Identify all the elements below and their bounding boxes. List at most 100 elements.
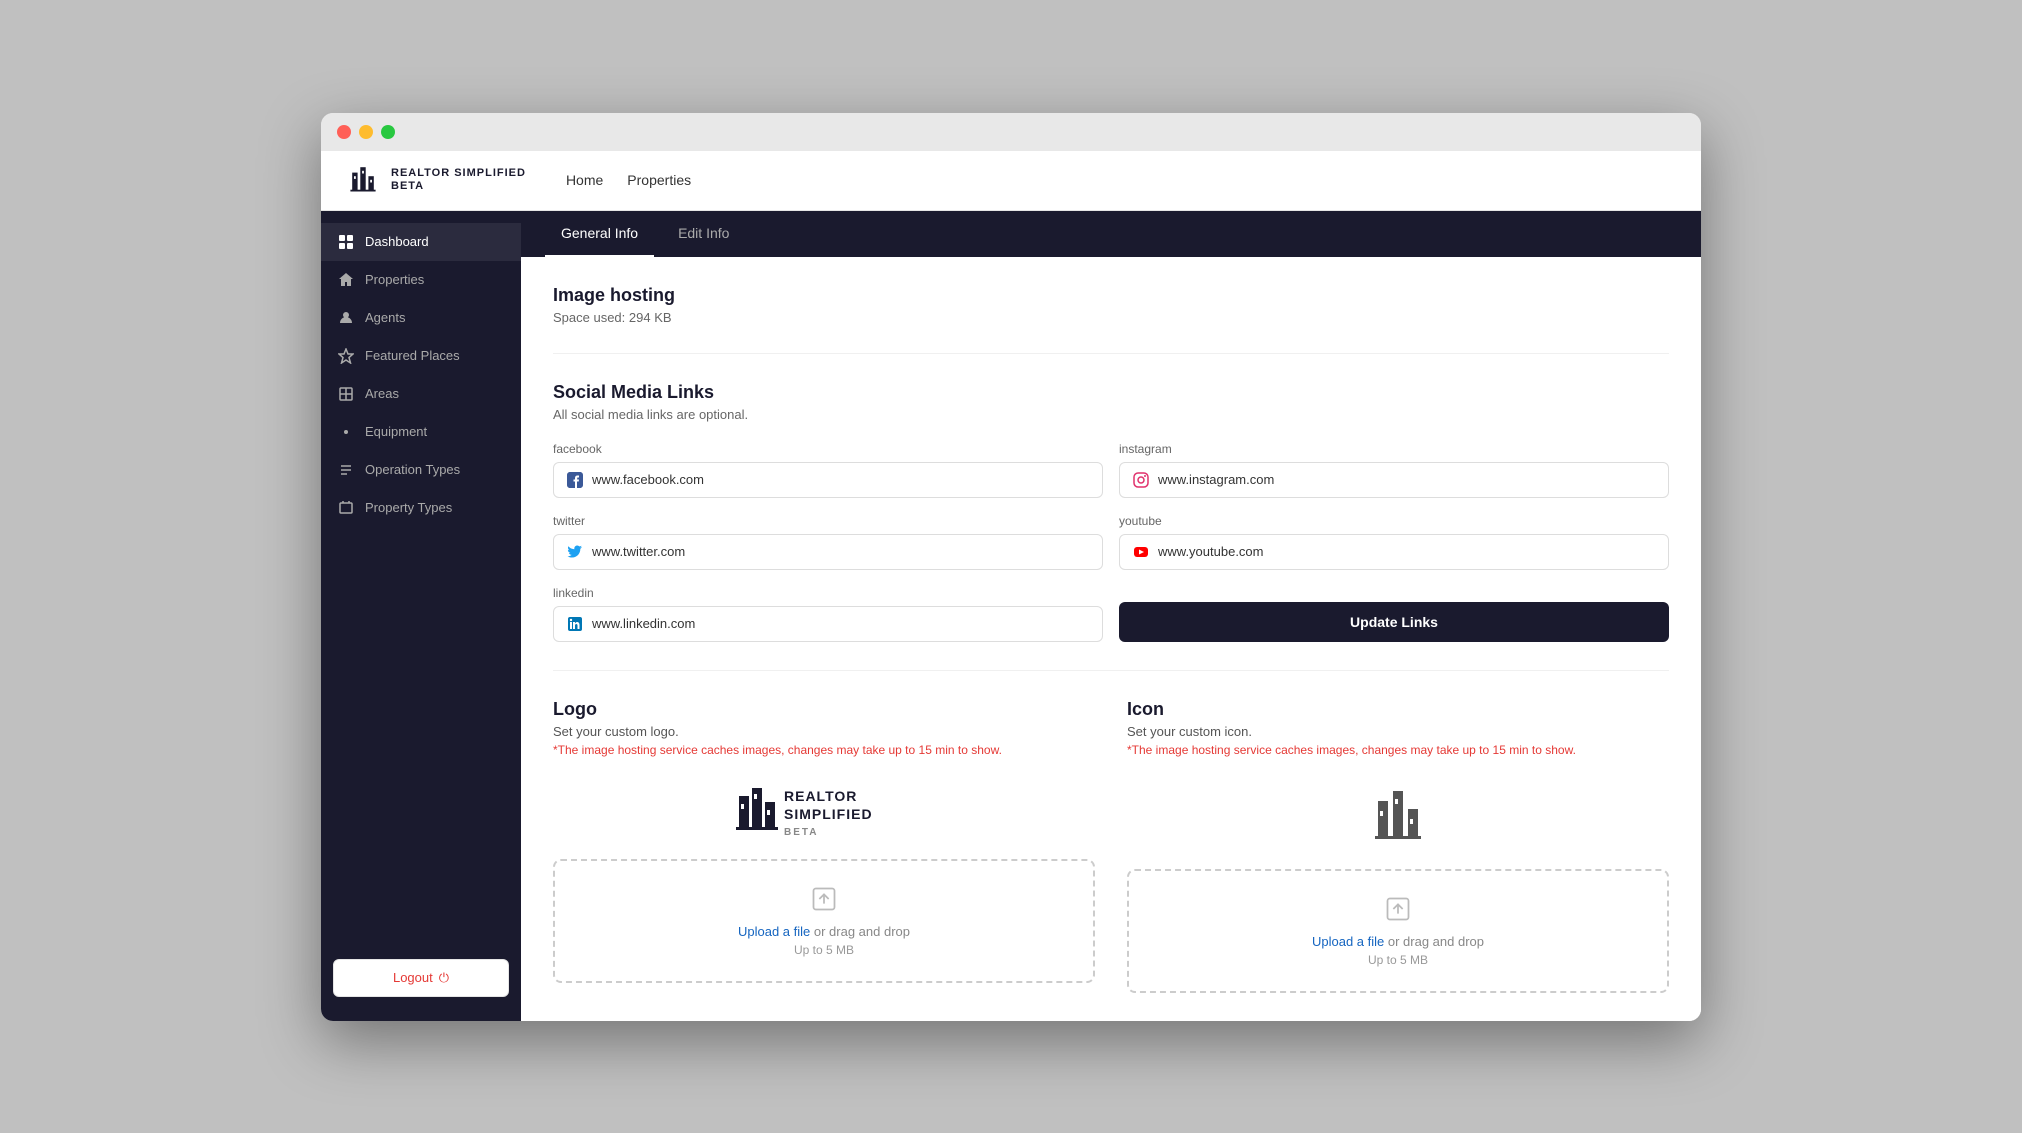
properties-icon xyxy=(337,271,355,289)
logo-upload-suffix: or drag and drop xyxy=(810,924,910,939)
twitter-label: twitter xyxy=(553,514,1103,528)
linkedin-field-group: linkedin xyxy=(553,586,1103,642)
instagram-field-group: instagram xyxy=(1119,442,1669,498)
sidebar-item-operation-types[interactable]: Operation Types xyxy=(321,451,521,489)
sidebar-item-areas[interactable]: Areas xyxy=(321,375,521,413)
logo-upload-link[interactable]: Upload a file xyxy=(738,924,810,939)
instagram-icon xyxy=(1132,471,1150,489)
sidebar-label-properties: Properties xyxy=(365,272,424,287)
icon-upload-size: Up to 5 MB xyxy=(1153,953,1643,967)
logo-subtitle: Set your custom logo. xyxy=(553,724,1095,739)
icon-subtitle: Set your custom icon. xyxy=(1127,724,1669,739)
linkedin-icon xyxy=(566,615,584,633)
sidebar-item-featured-places[interactable]: Featured Places xyxy=(321,337,521,375)
tabs-bar: General Info Edit Info xyxy=(521,211,1701,257)
top-navigation: REALTOR SIMPLIFIED BETA Home Properties xyxy=(321,151,1701,211)
image-hosting-title: Image hosting xyxy=(553,285,1669,306)
facebook-icon xyxy=(566,471,584,489)
social-media-title: Social Media Links xyxy=(553,382,1669,403)
sidebar-label-featured-places: Featured Places xyxy=(365,348,460,363)
svg-text:REALTOR: REALTOR xyxy=(784,788,857,804)
youtube-label: youtube xyxy=(1119,514,1669,528)
icon-upload-link[interactable]: Upload a file xyxy=(1312,934,1384,949)
sidebar-label-equipment: Equipment xyxy=(365,424,427,439)
sidebar-label-operation-types: Operation Types xyxy=(365,462,460,477)
upload-icon-logo xyxy=(579,885,1069,916)
tab-edit-info[interactable]: Edit Info xyxy=(662,211,745,257)
sidebar-item-equipment[interactable]: Equipment xyxy=(321,413,521,451)
sidebar-item-property-types[interactable]: Property Types xyxy=(321,489,521,527)
icon-upload-zone[interactable]: Upload a file or drag and drop Up to 5 M… xyxy=(1127,869,1669,993)
sidebar-item-dashboard[interactable]: Dashboard xyxy=(321,223,521,261)
svg-text:SIMPLIFIED: SIMPLIFIED xyxy=(784,806,873,822)
nav-properties-link[interactable]: Properties xyxy=(627,172,691,188)
youtube-field-group: youtube xyxy=(1119,514,1669,570)
linkedin-input-wrapper xyxy=(553,606,1103,642)
facebook-label: facebook xyxy=(553,442,1103,456)
app-window: REALTOR SIMPLIFIED BETA Home Properties … xyxy=(321,113,1701,1021)
section-divider-2 xyxy=(553,670,1669,671)
logo-area: REALTOR SIMPLIFIED BETA xyxy=(345,160,526,201)
nav-home-link[interactable]: Home xyxy=(566,172,603,188)
twitter-field-group: twitter xyxy=(553,514,1103,570)
logo-upload-size: Up to 5 MB xyxy=(579,943,1069,957)
logo-upload-text: Upload a file or drag and drop xyxy=(579,924,1069,939)
sidebar-item-agents[interactable]: Agents xyxy=(321,299,521,337)
dashboard-icon xyxy=(337,233,355,251)
logout-label: Logout xyxy=(393,970,433,985)
youtube-icon xyxy=(1132,543,1150,561)
logo-text: REALTOR SIMPLIFIED BETA xyxy=(391,167,526,193)
icon-preview xyxy=(1127,773,1669,853)
sidebar-label-property-types: Property Types xyxy=(365,500,452,515)
page-content: Image hosting Space used: 294 KB Social … xyxy=(521,257,1701,1021)
twitter-icon xyxy=(566,543,584,561)
areas-icon xyxy=(337,385,355,403)
agents-icon xyxy=(337,309,355,327)
facebook-field-group: facebook xyxy=(553,442,1103,498)
social-media-subtitle: All social media links are optional. xyxy=(553,407,1669,422)
topnav-links: Home Properties xyxy=(566,172,691,188)
minimize-button[interactable] xyxy=(359,125,373,139)
icon-section: Icon Set your custom icon. *The image ho… xyxy=(1127,699,1669,993)
image-hosting-space: Space used: 294 KB xyxy=(553,310,1669,325)
close-button[interactable] xyxy=(337,125,351,139)
maximize-button[interactable] xyxy=(381,125,395,139)
instagram-input[interactable] xyxy=(1158,472,1656,487)
linkedin-label: linkedin xyxy=(553,586,1103,600)
featured-places-icon xyxy=(337,347,355,365)
sidebar-label-agents: Agents xyxy=(365,310,405,325)
facebook-input[interactable] xyxy=(592,472,1090,487)
sidebar-label-dashboard: Dashboard xyxy=(365,234,429,249)
social-media-form: facebook instagram xyxy=(553,442,1669,642)
sidebar: Dashboard Properties Agents Featured Pla… xyxy=(321,211,521,1021)
titlebar xyxy=(321,113,1701,151)
logo-warning: *The image hosting service caches images… xyxy=(553,743,1095,757)
instagram-input-wrapper xyxy=(1119,462,1669,498)
logout-button[interactable]: Logout ⏻ xyxy=(333,959,509,997)
operation-types-icon xyxy=(337,461,355,479)
logout-icon: ⏻ xyxy=(439,970,449,986)
logo-preview: REALTOR SIMPLIFIED BETA xyxy=(553,773,1095,843)
property-types-icon xyxy=(337,499,355,517)
logo-upload-zone[interactable]: Upload a file or drag and drop Up to 5 M… xyxy=(553,859,1095,983)
svg-text:BETA: BETA xyxy=(784,827,818,838)
image-hosting-section: Image hosting Space used: 294 KB xyxy=(553,285,1669,325)
twitter-input[interactable] xyxy=(592,544,1090,559)
tab-general-info[interactable]: General Info xyxy=(545,211,654,257)
icon-upload-suffix: or drag and drop xyxy=(1384,934,1484,949)
youtube-input[interactable] xyxy=(1158,544,1656,559)
update-links-button[interactable]: Update Links xyxy=(1119,602,1669,642)
update-links-group: Update Links xyxy=(1119,586,1669,642)
logo-section: Logo Set your custom logo. *The image ho… xyxy=(553,699,1095,993)
linkedin-input[interactable] xyxy=(592,616,1090,631)
content-area: General Info Edit Info Image hosting Spa… xyxy=(521,211,1701,1021)
instagram-label: instagram xyxy=(1119,442,1669,456)
icon-title: Icon xyxy=(1127,699,1669,720)
sidebar-item-properties[interactable]: Properties xyxy=(321,261,521,299)
section-divider-1 xyxy=(553,353,1669,354)
equipment-icon xyxy=(337,423,355,441)
main-layout: Dashboard Properties Agents Featured Pla… xyxy=(321,211,1701,1021)
youtube-input-wrapper xyxy=(1119,534,1669,570)
logo-icon xyxy=(345,160,381,201)
twitter-input-wrapper xyxy=(553,534,1103,570)
